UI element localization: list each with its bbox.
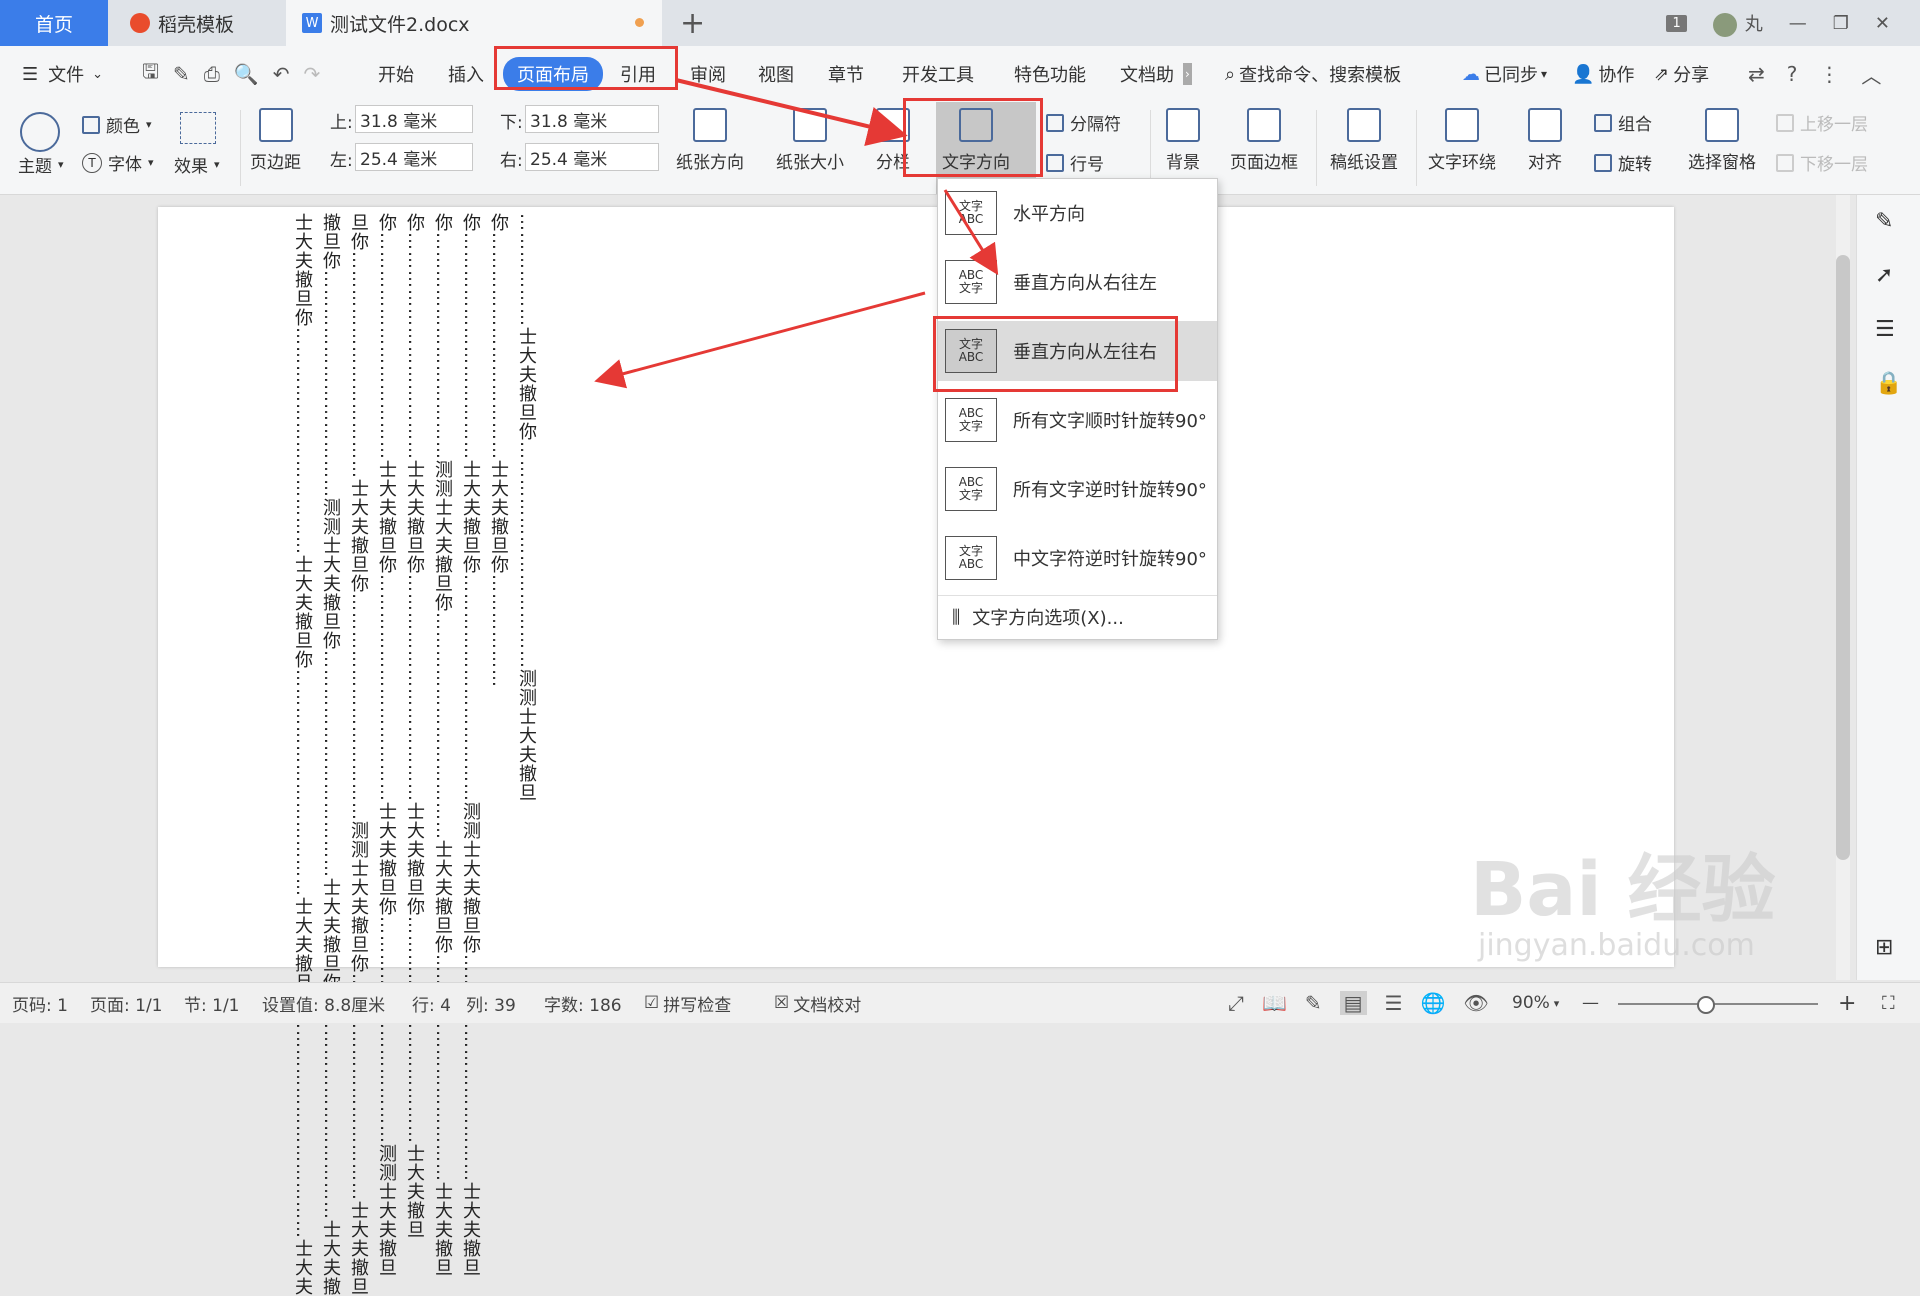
arrow-to-dropdown-item xyxy=(943,189,999,276)
doc-proof-icon: ☒ xyxy=(774,993,790,1013)
status-row[interactable]: 行: 4 xyxy=(412,983,451,1023)
chevron-down-icon: ▾ xyxy=(1553,996,1560,1010)
page-view-icon[interactable]: ▤ xyxy=(1339,991,1367,1015)
fullscreen-icon[interactable]: ⤢ xyxy=(1228,991,1244,1015)
status-col[interactable]: 列: 39 xyxy=(466,983,516,1023)
write-view-icon[interactable]: ✎ xyxy=(1305,991,1322,1015)
web-view-icon[interactable]: 🌐 xyxy=(1421,991,1446,1015)
status-setting[interactable]: 设置值: 8.8厘米 xyxy=(262,983,385,1023)
eye-protection-icon[interactable]: 👁 xyxy=(1463,991,1488,1015)
baidu-watermark-url: jingyan.baidu.com xyxy=(1478,928,1755,963)
status-page-code[interactable]: 页码: 1 xyxy=(12,983,68,1023)
arrow-to-document xyxy=(594,291,926,389)
zoom-level[interactable]: 90% ▾ xyxy=(1512,983,1559,1023)
doc-proof-label: 文档校对 xyxy=(793,995,862,1016)
outline-view-icon[interactable]: ☰ xyxy=(1385,991,1403,1015)
spell-check-icon: ☑ xyxy=(644,993,660,1013)
arrow-to-text-direction xyxy=(675,78,908,146)
zoom-out-button[interactable]: — xyxy=(1582,983,1599,1023)
zoom-slider-handle[interactable] xyxy=(1697,996,1715,1014)
zoom-value: 90% xyxy=(1512,993,1550,1013)
zoom-in-button[interactable]: + xyxy=(1838,983,1856,1023)
doc-proof-button[interactable]: ☒ 文档校对 xyxy=(774,983,861,1023)
zoom-slider[interactable] xyxy=(1618,1003,1818,1005)
baidu-watermark-logo: Bai 经验 xyxy=(1470,847,1776,933)
status-word-count[interactable]: 字数: 186 xyxy=(544,983,622,1023)
status-page[interactable]: 页面: 1/1 xyxy=(90,983,163,1023)
spell-check-button[interactable]: ☑ 拼写检查 xyxy=(644,983,731,1023)
fit-window-icon[interactable]: ⛶ xyxy=(1882,983,1895,1023)
reading-view-icon[interactable]: 📖 xyxy=(1262,991,1287,1015)
status-section[interactable]: 节: 1/1 xyxy=(184,983,240,1023)
spell-check-label: 拼写检查 xyxy=(663,995,732,1016)
status-bar: 页码: 1 页面: 1/1 节: 1/1 设置值: 8.8厘米 行: 4 列: … xyxy=(0,982,1920,1023)
view-mode-buttons: ⤢ 📖 ✎ ▤ ☰ 🌐 👁 xyxy=(1228,983,1489,1023)
